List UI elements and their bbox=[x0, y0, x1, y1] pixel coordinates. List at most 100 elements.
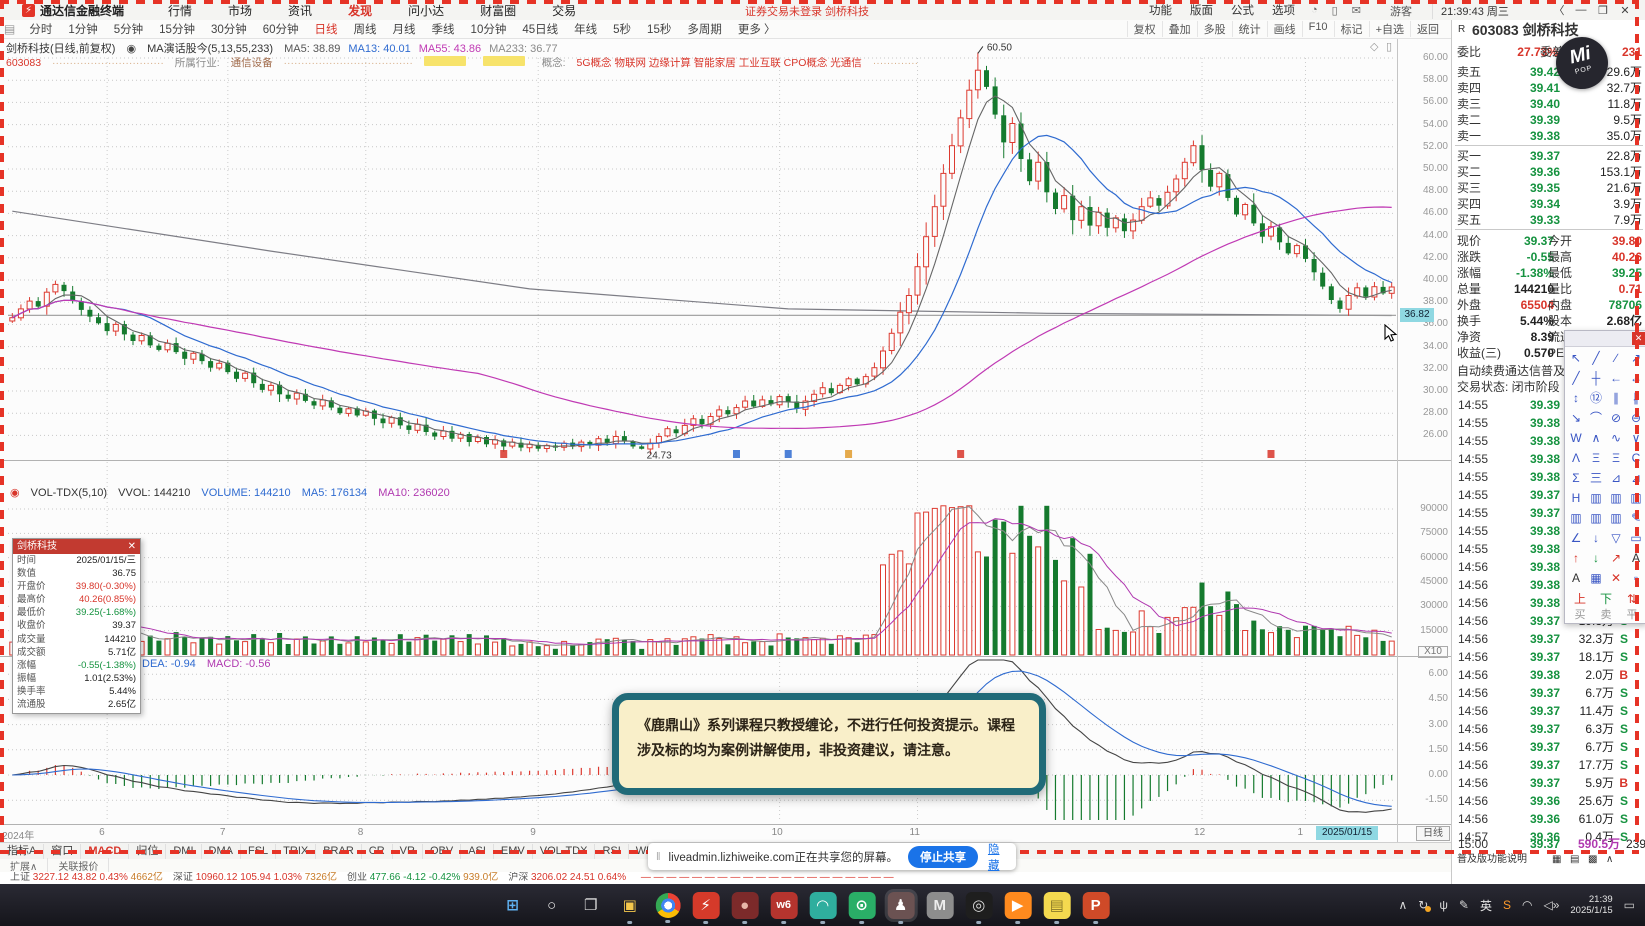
ticker-segment[interactable]: 上证 3227.12 43.82 0.43% 4662亿 bbox=[10, 872, 163, 883]
taskbar-icon-chrome[interactable] bbox=[655, 892, 681, 923]
tab-CR[interactable]: CR bbox=[362, 843, 393, 859]
help-icon[interactable]: ▤ bbox=[1570, 852, 1579, 868]
month-label-9[interactable]: 9 bbox=[530, 827, 536, 838]
tab-RSI[interactable]: RSI bbox=[595, 843, 629, 859]
tray-s-app[interactable]: S bbox=[1503, 898, 1511, 912]
period-15秒[interactable]: 15秒 bbox=[639, 21, 679, 37]
draw-tool-icon[interactable]: ⑫ bbox=[1586, 388, 1606, 408]
tray-wifi[interactable]: ◠ bbox=[1522, 898, 1532, 912]
ask-price[interactable]: 39.42 bbox=[1500, 64, 1560, 80]
collapse-icon[interactable]: ◉ bbox=[126, 43, 136, 55]
toolbar-icon-0[interactable]: ◔ bbox=[1304, 4, 1325, 16]
tab-OBV[interactable]: OBV bbox=[423, 843, 462, 859]
draw-tool-icon[interactable]: Ξ bbox=[1586, 448, 1606, 468]
toolbar-统计[interactable]: 统计 bbox=[1231, 21, 1267, 37]
toolbar-多股[interactable]: 多股 bbox=[1196, 21, 1232, 37]
bid-price[interactable]: 39.33 bbox=[1500, 212, 1560, 228]
stop-sharing-button[interactable]: 停止共享 bbox=[907, 845, 978, 868]
draw-tool-icon[interactable]: ▽ bbox=[1606, 528, 1626, 548]
taskbar-icon-tdx[interactable]: ⚡ bbox=[692, 891, 720, 924]
taskbar-icon-wps[interactable]: w6 bbox=[770, 891, 798, 924]
notification-icon[interactable]: ▭ bbox=[1624, 898, 1635, 912]
draw-tool-icon[interactable]: ▥ bbox=[1606, 488, 1626, 508]
bid-price[interactable]: 39.35 bbox=[1500, 180, 1560, 196]
taskbar-icon-sticky-notes[interactable]: ▤ bbox=[1043, 891, 1071, 924]
diamond-icon[interactable]: ◇ bbox=[1370, 40, 1378, 53]
taskbar-icon-camera[interactable]: ◎ bbox=[965, 891, 993, 924]
menu-item-交易[interactable]: 交易 bbox=[534, 2, 594, 19]
draw-tool-icon[interactable]: ▥ bbox=[1586, 508, 1606, 528]
menu-功能[interactable]: 功能 bbox=[1140, 2, 1181, 18]
draw-tool-icon[interactable]: A bbox=[1566, 568, 1586, 588]
help-icon[interactable]: ∧ bbox=[1606, 852, 1613, 868]
draw-tool-icon[interactable]: ∕ bbox=[1606, 348, 1626, 368]
help-label[interactable]: 普及版功能说明 bbox=[1457, 852, 1527, 868]
close-icon[interactable]: ✕ bbox=[1614, 4, 1636, 17]
tab-VR[interactable]: VR bbox=[393, 843, 423, 859]
draw-tool-icon[interactable]: ⊘ bbox=[1606, 408, 1626, 428]
period-45日线[interactable]: 45日线 bbox=[514, 21, 566, 37]
period-多周期[interactable]: 多周期 bbox=[679, 21, 730, 37]
popup-header[interactable]: 剑桥科技 ✕ bbox=[13, 539, 140, 554]
draw-tool-icon[interactable]: ▭ bbox=[1626, 528, 1645, 548]
ticker-segment[interactable]: 深证 10960.12 105.94 1.03% 7326亿 bbox=[173, 872, 337, 883]
draw-tool-icon[interactable]: ⊿ bbox=[1606, 468, 1626, 488]
industry-value[interactable]: 通信设备 bbox=[231, 57, 273, 69]
month-label-11[interactable]: 11 bbox=[910, 827, 920, 838]
tray-mic[interactable]: ψ bbox=[1439, 898, 1448, 912]
draw-tool-icon[interactable]: ∧ bbox=[1586, 428, 1606, 448]
panel-icon[interactable]: ▯ bbox=[1386, 40, 1392, 53]
toolbar-标记[interactable]: 标记 bbox=[1333, 21, 1369, 37]
menu-版面[interactable]: 版面 bbox=[1181, 2, 1222, 18]
ticker-segment[interactable]: 沪深 3206.02 24.51 0.64% bbox=[508, 872, 629, 883]
draw-tool-icon[interactable]: ╱ bbox=[1586, 348, 1606, 368]
draw-tool-icon[interactable]: H bbox=[1566, 488, 1586, 508]
tray-ime[interactable]: 英 bbox=[1480, 897, 1492, 914]
close-icon[interactable]: ✕ bbox=[128, 539, 136, 554]
draw-tool-icon[interactable]: ↗ bbox=[1606, 548, 1626, 568]
taskbar-icon-powerpoint[interactable]: P bbox=[1082, 891, 1110, 924]
draw-tool-icon[interactable]: ↘ bbox=[1566, 408, 1586, 428]
draw-tool-icon[interactable]: Ξ bbox=[1606, 448, 1626, 468]
draw-tool-icon[interactable]: ← bbox=[1606, 368, 1626, 388]
draw-tool-icon[interactable]: ▦ bbox=[1586, 568, 1606, 588]
draw-tool-icon[interactable]: 三 bbox=[1586, 468, 1606, 488]
taskbar-icon-netease[interactable]: ● bbox=[731, 891, 759, 924]
draw-tool-icon[interactable]: Λ bbox=[1566, 448, 1586, 468]
draw-tool-icon[interactable]: ┼ bbox=[1586, 368, 1606, 388]
taskbar-icon-wechat[interactable]: ⊙ bbox=[848, 891, 876, 924]
menu-公式[interactable]: 公式 bbox=[1222, 2, 1263, 18]
restore-icon[interactable]: ❐ bbox=[1592, 4, 1614, 17]
month-label-6[interactable]: 6 bbox=[99, 827, 105, 838]
draw-tool-icon[interactable]: ∥ bbox=[1606, 388, 1626, 408]
period-周线[interactable]: 周线 bbox=[346, 21, 385, 37]
period-日线[interactable]: 日线 bbox=[307, 21, 346, 37]
toolbar-icon-1[interactable]: ▯ bbox=[1325, 4, 1345, 17]
menu-item-发现[interactable]: 发现 bbox=[330, 2, 390, 19]
toolbar-复权[interactable]: 复权 bbox=[1126, 21, 1162, 37]
help-icon[interactable]: ▦ bbox=[1552, 852, 1561, 868]
draw-tool-icon[interactable]: ↔ bbox=[1626, 368, 1645, 388]
minimize-icon[interactable]: — bbox=[1570, 4, 1592, 16]
menu-item-财富圈[interactable]: 财富圈 bbox=[462, 2, 534, 19]
draw-tool-icon[interactable]: A bbox=[1626, 548, 1645, 568]
month-label-1[interactable]: 1 bbox=[1297, 827, 1303, 838]
ask-price[interactable]: 39.40 bbox=[1500, 96, 1560, 112]
taskbar-icon-task-view[interactable]: ❐ bbox=[577, 892, 604, 919]
menu-item-行情[interactable]: 行情 bbox=[150, 2, 210, 19]
renewal-notice[interactable]: 自动续费通达信普及 bbox=[1457, 363, 1565, 379]
month-label-2024年[interactable]: 2024年 bbox=[2, 827, 34, 842]
draw-tool-icon[interactable]: ⌒ bbox=[1586, 408, 1606, 428]
draw-tool-icon[interactable]: W bbox=[1566, 428, 1586, 448]
tab-TRIX[interactable]: TRIX bbox=[276, 843, 317, 859]
toolbar-F10[interactable]: F10 bbox=[1301, 21, 1334, 37]
ask-price[interactable]: 39.39 bbox=[1500, 112, 1560, 128]
period-5秒[interactable]: 5秒 bbox=[605, 21, 639, 37]
draw-tool-icon[interactable]: ▥ bbox=[1626, 488, 1645, 508]
tab-DMA[interactable]: DMA bbox=[202, 843, 241, 859]
period-月线[interactable]: 月线 bbox=[385, 21, 424, 37]
vol-fold-icon[interactable]: ◉ bbox=[10, 487, 20, 499]
draw-tool-icon[interactable]: ↖ bbox=[1566, 348, 1586, 368]
tray-clock[interactable]: 21:39 2025/1/15 bbox=[1570, 894, 1612, 916]
toolbar-画线[interactable]: 画线 bbox=[1266, 21, 1302, 37]
